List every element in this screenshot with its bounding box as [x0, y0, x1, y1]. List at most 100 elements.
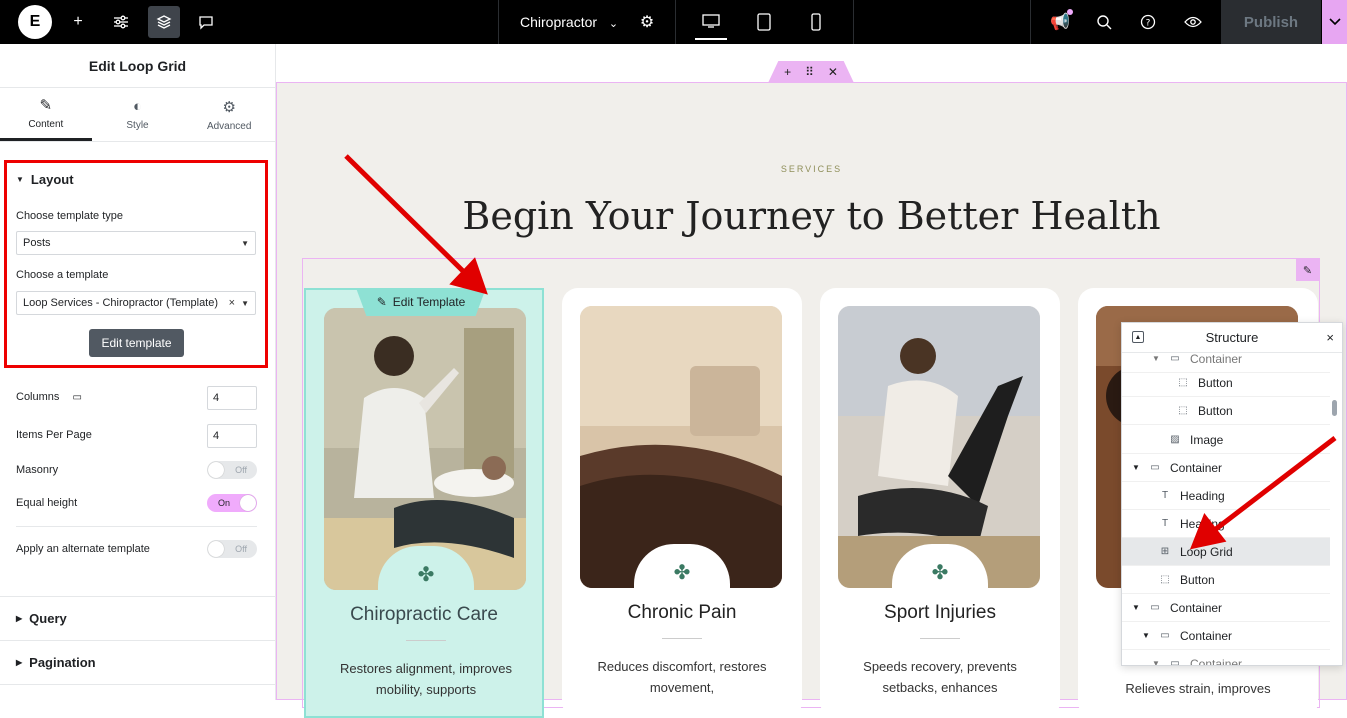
toggle-knob: [240, 495, 256, 511]
structure-row[interactable]: ▼ ▭ Container: [1122, 594, 1330, 622]
select-value: Posts: [23, 237, 51, 249]
toggle-state: Off: [235, 544, 247, 554]
caret-down-icon: ▼: [1142, 631, 1150, 640]
tab-style[interactable]: ◐ Style: [92, 88, 184, 141]
tab-label: Advanced: [206, 120, 252, 132]
publish-button[interactable]: Publish: [1221, 0, 1321, 44]
desktop-icon[interactable]: ▭: [72, 392, 81, 403]
svg-text:?: ?: [1146, 19, 1151, 29]
row-label: Image: [1190, 432, 1224, 447]
add-element-icon[interactable]: +: [62, 6, 94, 38]
card-description: Restores alignment, improves mobility, s…: [340, 661, 512, 697]
items-per-page-label: Items Per Page: [16, 429, 92, 441]
caret-down-icon: ▼: [1132, 603, 1140, 612]
structure-row[interactable]: T Heading: [1122, 482, 1330, 510]
tablet-view-icon[interactable]: [748, 6, 780, 38]
delete-section-icon[interactable]: ✕: [828, 65, 838, 79]
caret-down-icon: ▼: [241, 239, 249, 248]
caret-down-icon: ▼: [241, 299, 249, 308]
loop-item-card[interactable]: ✤ Sport Injuries Speeds recovery, preven…: [820, 288, 1060, 718]
row-label: Container: [1170, 460, 1223, 475]
row-label: Container: [1170, 600, 1223, 615]
edit-template-button[interactable]: Edit template: [89, 329, 184, 357]
structure-row[interactable]: T Heading: [1122, 510, 1330, 538]
add-section-icon[interactable]: +: [784, 65, 791, 79]
structure-panel: ▲ Structure × ▼ ▭ Container ⬚ Button ⬚ B…: [1121, 322, 1343, 666]
tab-label: Style: [126, 120, 149, 131]
page-name-dropdown[interactable]: Chiropractor ⌄: [520, 14, 618, 30]
section-handle[interactable]: + ⠿ ✕: [768, 61, 854, 83]
page-settings-gear-icon[interactable]: ⚙: [631, 6, 663, 38]
edit-template-tab[interactable]: ✎ Edit Template: [356, 288, 486, 316]
pencil-icon: ✎: [39, 97, 53, 114]
divider: [16, 526, 257, 527]
card-title: Chronic Pain: [627, 602, 737, 623]
button-icon: ⬚: [1160, 574, 1170, 585]
caret-down-icon: ▼: [1132, 463, 1140, 472]
notification-dot: [1067, 9, 1073, 15]
section-heading: Query: [29, 611, 67, 626]
elementor-logo-icon[interactable]: E: [18, 5, 52, 39]
equal-height-label: Equal height: [16, 497, 78, 509]
structure-layers-icon[interactable]: [148, 6, 180, 38]
gear-icon: ⚙: [222, 98, 236, 116]
masonry-toggle[interactable]: Off: [207, 461, 257, 479]
desktop-view-icon[interactable]: [695, 4, 727, 40]
close-icon[interactable]: ×: [1326, 330, 1334, 345]
select-value: Loop Services - Chiropractor (Template): [23, 297, 219, 309]
columns-label-text: Columns: [16, 391, 60, 403]
help-icon[interactable]: ?: [1132, 6, 1164, 38]
page-name: Chiropractor: [520, 14, 598, 30]
container-icon: ▭: [1170, 658, 1180, 666]
row-label: Container: [1180, 628, 1233, 643]
row-label: Heading: [1180, 488, 1225, 503]
caret-down-icon: ▼: [1152, 659, 1160, 666]
preview-eye-icon[interactable]: [1177, 6, 1209, 38]
structure-row[interactable]: ⬚ Button: [1122, 566, 1330, 594]
top-toolbar: E + Chiropractor ⌄ ⚙ 📢 ? Publish: [0, 0, 1347, 44]
query-section-toggle[interactable]: ▶ Query: [0, 596, 276, 640]
next-section: [0, 684, 276, 700]
divider: [920, 638, 960, 639]
card-title: Sport Injuries: [884, 602, 996, 623]
template-select[interactable]: Loop Services - Chiropractor (Template) …: [16, 291, 256, 315]
divider: [853, 0, 854, 44]
structure-row[interactable]: ▼ ▭ Container: [1122, 622, 1330, 650]
clear-icon[interactable]: ×: [229, 297, 235, 309]
items-per-page-input[interactable]: 4: [207, 424, 257, 448]
image-icon: ▨: [1170, 434, 1180, 445]
columns-input[interactable]: 4: [207, 386, 257, 410]
divider: [406, 640, 446, 641]
comments-icon[interactable]: [190, 6, 222, 38]
template-type-select[interactable]: Posts ▼: [16, 231, 256, 255]
section-heading: Layout: [30, 172, 74, 187]
structure-row[interactable]: ⬚ Button: [1122, 397, 1330, 425]
publish-options-chevron-icon[interactable]: [1322, 0, 1347, 44]
alternate-template-toggle[interactable]: Off: [207, 540, 257, 558]
alternate-template-label: Apply an alternate template: [16, 543, 150, 555]
loop-item-card[interactable]: ✤ Chiropractic Care Restores alignment, …: [304, 288, 544, 718]
pagination-section-toggle[interactable]: ▶ Pagination: [0, 640, 276, 684]
settings-sliders-icon[interactable]: [105, 6, 137, 38]
search-icon[interactable]: [1088, 6, 1120, 38]
row-label: Button: [1198, 403, 1233, 418]
tab-content[interactable]: ✎ Content: [0, 88, 92, 141]
structure-scrollbar[interactable]: [1332, 400, 1337, 416]
section-heading: Begin Your Journey to Better Health: [462, 194, 1161, 238]
tab-advanced[interactable]: ⚙ Advanced: [183, 88, 275, 141]
structure-row-selected[interactable]: ⊞ Loop Grid: [1122, 538, 1330, 566]
toggle-state: On: [218, 498, 231, 508]
loop-item-card[interactable]: ✤ Chronic Pain Reduces discomfort, resto…: [562, 288, 802, 718]
structure-row[interactable]: ▼ ▭ Container: [1122, 454, 1330, 482]
structure-row[interactable]: ▼ ▭ Container: [1122, 650, 1330, 666]
mobile-view-icon[interactable]: [800, 6, 832, 38]
pin-icon[interactable]: ▲: [1132, 331, 1144, 343]
edit-widget-pencil-icon[interactable]: ✎: [1296, 259, 1319, 281]
equal-height-toggle[interactable]: On: [207, 494, 257, 512]
drag-handle-icon[interactable]: ⠿: [805, 65, 814, 79]
layout-section-toggle[interactable]: ▼ Layout: [16, 172, 74, 187]
row-label: Container: [1190, 351, 1243, 366]
structure-row[interactable]: ▨ Image: [1122, 426, 1330, 454]
structure-row[interactable]: ⬚ Button: [1122, 369, 1330, 397]
divider: [675, 0, 676, 44]
